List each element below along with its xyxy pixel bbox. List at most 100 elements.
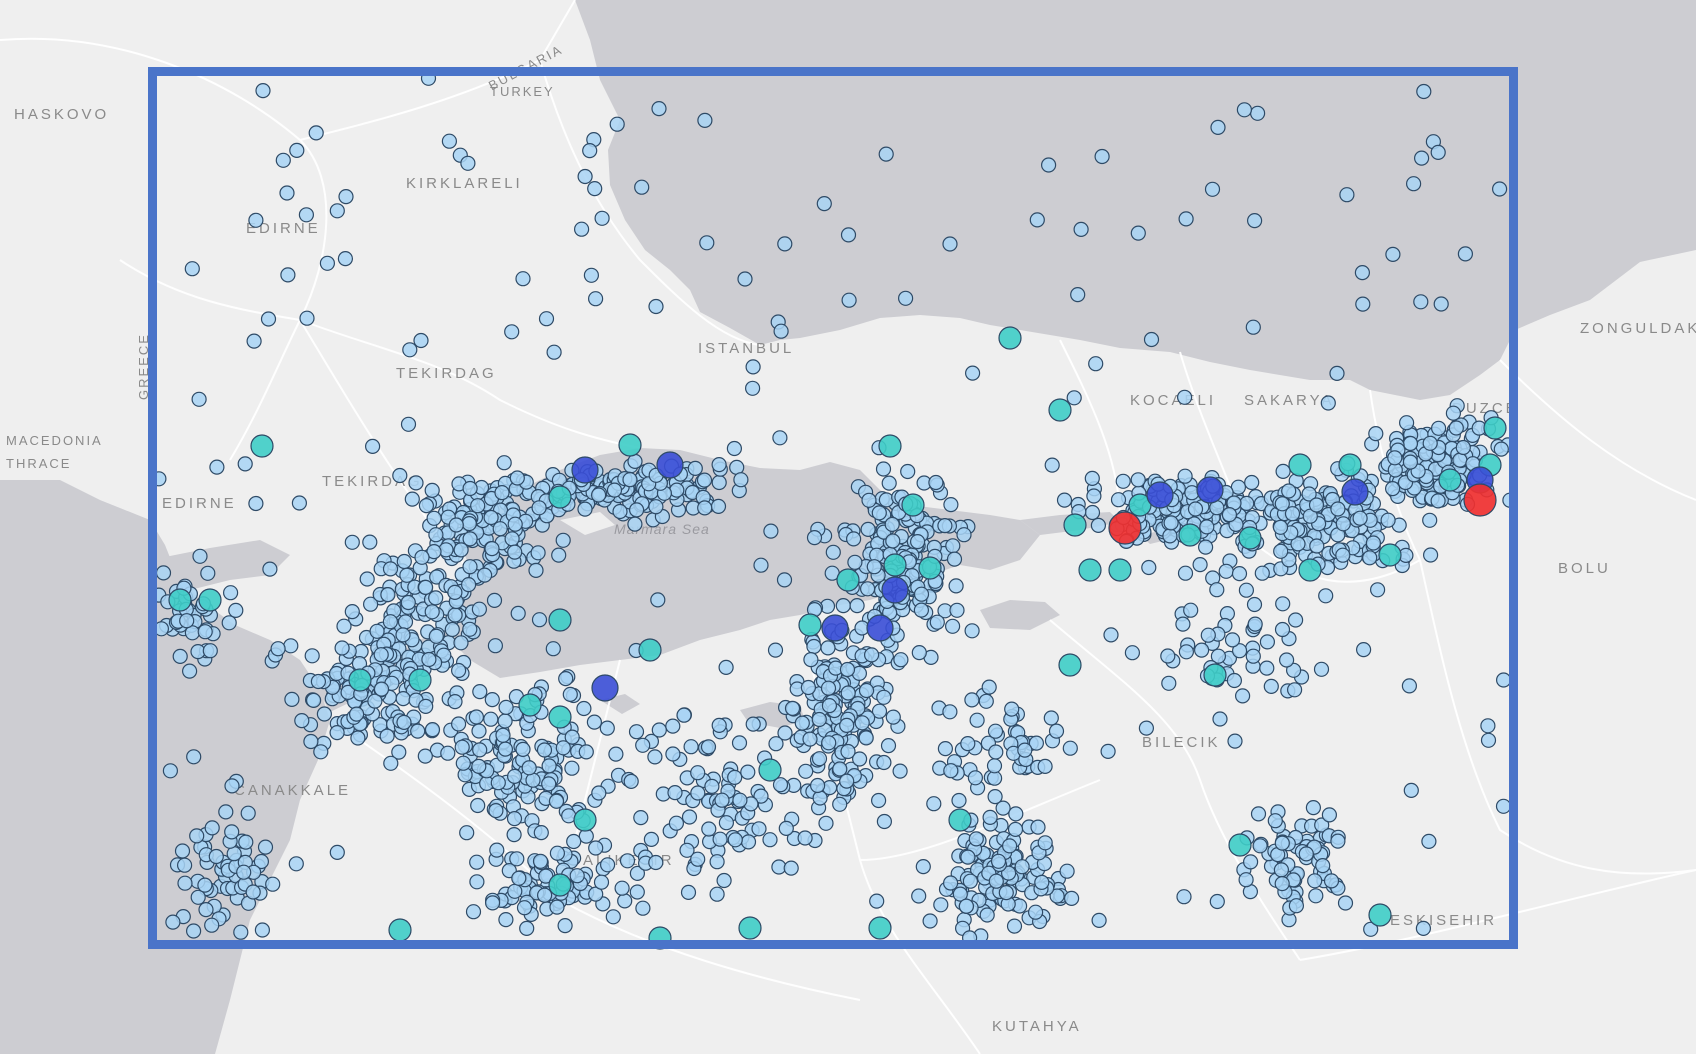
earthquake-marker-small[interactable] <box>255 82 271 99</box>
earthquake-marker-small[interactable] <box>1274 621 1291 638</box>
earthquake-marker-small[interactable] <box>451 662 467 679</box>
earthquake-marker-small[interactable] <box>504 531 520 547</box>
earthquake-marker-small[interactable] <box>515 741 531 758</box>
earthquake-marker-small[interactable] <box>605 909 621 925</box>
earthquake-marker-small[interactable] <box>606 482 623 498</box>
earthquake-marker-small[interactable] <box>1130 472 1146 488</box>
earthquake-marker-small[interactable] <box>1210 119 1226 136</box>
earthquake-marker-small[interactable] <box>1422 547 1439 563</box>
earthquake-marker-small[interactable] <box>711 474 727 491</box>
earthquake-marker-large[interactable] <box>591 674 619 702</box>
earthquake-marker-small[interactable] <box>710 498 727 514</box>
earthquake-marker-small[interactable] <box>469 854 485 870</box>
earthquake-marker-small[interactable] <box>1007 821 1024 838</box>
earthquake-marker-small[interactable] <box>1043 710 1059 726</box>
earthquake-marker-small[interactable] <box>1238 872 1254 888</box>
earthquake-marker-small[interactable] <box>768 736 784 752</box>
earthquake-marker-small[interactable] <box>806 529 823 546</box>
earthquake-marker-small[interactable] <box>783 860 799 876</box>
earthquake-marker-small[interactable] <box>197 877 213 893</box>
earthquake-marker-small[interactable] <box>911 644 927 661</box>
earthquake-marker-medium[interactable] <box>1238 526 1262 550</box>
earthquake-marker-small[interactable] <box>987 788 1003 805</box>
earthquake-marker-small[interactable] <box>248 495 264 512</box>
earthquake-marker-small[interactable] <box>1209 582 1225 598</box>
earthquake-marker-small[interactable] <box>192 548 208 564</box>
earthquake-marker-large[interactable] <box>656 451 684 479</box>
earthquake-marker-small[interactable] <box>329 203 345 219</box>
earthquake-marker-small[interactable] <box>875 461 892 477</box>
earthquake-marker-small[interactable] <box>189 828 205 844</box>
earthquake-marker-small[interactable] <box>964 365 981 381</box>
earthquake-marker-small[interactable] <box>627 516 643 532</box>
earthquake-marker-small[interactable] <box>440 745 456 761</box>
earthquake-marker-small[interactable] <box>1430 493 1446 509</box>
earthquake-marker-small[interactable] <box>964 623 980 639</box>
earthquake-marker-small[interactable] <box>395 627 411 643</box>
earthquake-marker-small[interactable] <box>929 614 945 630</box>
earthquake-marker-small[interactable] <box>1204 181 1221 197</box>
earthquake-marker-small[interactable] <box>492 521 508 537</box>
earthquake-marker-small[interactable] <box>839 717 855 734</box>
earthquake-marker-small[interactable] <box>716 872 732 889</box>
earthquake-marker-medium[interactable] <box>1048 398 1072 422</box>
earthquake-marker-small[interactable] <box>454 739 470 755</box>
earthquake-marker-small[interactable] <box>1354 265 1371 281</box>
earthquake-marker-small[interactable] <box>635 900 651 916</box>
earthquake-marker-small[interactable] <box>1048 723 1065 739</box>
earthquake-marker-small[interactable] <box>336 618 352 634</box>
earthquake-marker-small[interactable] <box>1070 287 1086 303</box>
earthquake-marker-small[interactable] <box>470 797 486 814</box>
earthquake-marker-small[interactable] <box>461 515 477 532</box>
earthquake-marker-small[interactable] <box>418 498 434 514</box>
earthquake-marker-small[interactable] <box>1238 582 1255 598</box>
earthquake-marker-small[interactable] <box>762 832 778 848</box>
earthquake-marker-small[interactable] <box>870 792 887 809</box>
earthquake-marker-small[interactable] <box>1495 798 1512 814</box>
earthquake-marker-small[interactable] <box>511 870 527 886</box>
earthquake-marker-small[interactable] <box>942 875 959 891</box>
earthquake-marker-small[interactable] <box>949 602 965 618</box>
earthquake-marker-small[interactable] <box>1315 857 1331 874</box>
earthquake-marker-small[interactable] <box>350 730 366 746</box>
earthquake-marker-medium[interactable] <box>798 613 822 637</box>
earthquake-marker-medium[interactable] <box>648 926 672 950</box>
earthquake-marker-small[interactable] <box>294 712 310 729</box>
earthquake-marker-small[interactable] <box>507 883 523 899</box>
earthquake-marker-small[interactable] <box>982 809 998 826</box>
earthquake-marker-small[interactable] <box>635 737 651 753</box>
earthquake-marker-small[interactable] <box>519 920 535 937</box>
earthquake-marker-small[interactable] <box>497 713 513 729</box>
earthquake-marker-small[interactable] <box>1402 454 1419 470</box>
earthquake-marker-small[interactable] <box>599 720 615 736</box>
earthquake-marker-small[interactable] <box>186 923 202 939</box>
earthquake-marker-small[interactable] <box>1187 501 1204 517</box>
earthquake-marker-small[interactable] <box>800 679 817 696</box>
earthquake-marker-small[interactable] <box>428 628 444 644</box>
earthquake-marker-small[interactable] <box>284 691 300 708</box>
earthquake-marker-small[interactable] <box>291 495 307 511</box>
earthquake-marker-small[interactable] <box>1502 492 1518 508</box>
earthquake-marker-small[interactable] <box>1330 501 1346 517</box>
earthquake-marker-small[interactable] <box>668 815 685 831</box>
earthquake-marker-small[interactable] <box>223 585 239 601</box>
earthquake-marker-medium[interactable] <box>548 608 572 632</box>
earthquake-marker-small[interactable] <box>745 359 761 375</box>
earthquake-marker-small[interactable] <box>1017 742 1033 758</box>
earthquake-marker-small[interactable] <box>289 142 305 158</box>
earthquake-marker-small[interactable] <box>964 692 980 708</box>
earthquake-marker-medium[interactable] <box>998 326 1022 350</box>
earthquake-marker-small[interactable] <box>555 740 571 756</box>
earthquake-marker-small[interactable] <box>471 723 487 739</box>
earthquake-marker-small[interactable] <box>1178 644 1195 660</box>
earthquake-marker-small[interactable] <box>477 567 493 583</box>
earthquake-marker-small[interactable] <box>237 456 253 472</box>
earthquake-marker-small[interactable] <box>577 501 593 517</box>
earthquake-marker-small[interactable] <box>990 853 1007 869</box>
earthquake-marker-small[interactable] <box>845 531 862 547</box>
earthquake-marker-small[interactable] <box>981 679 997 695</box>
earthquake-marker-small[interactable] <box>643 831 660 848</box>
earthquake-marker-small[interactable] <box>496 455 512 471</box>
earthquake-marker-small[interactable] <box>731 735 748 751</box>
earthquake-marker-small[interactable] <box>186 749 202 765</box>
